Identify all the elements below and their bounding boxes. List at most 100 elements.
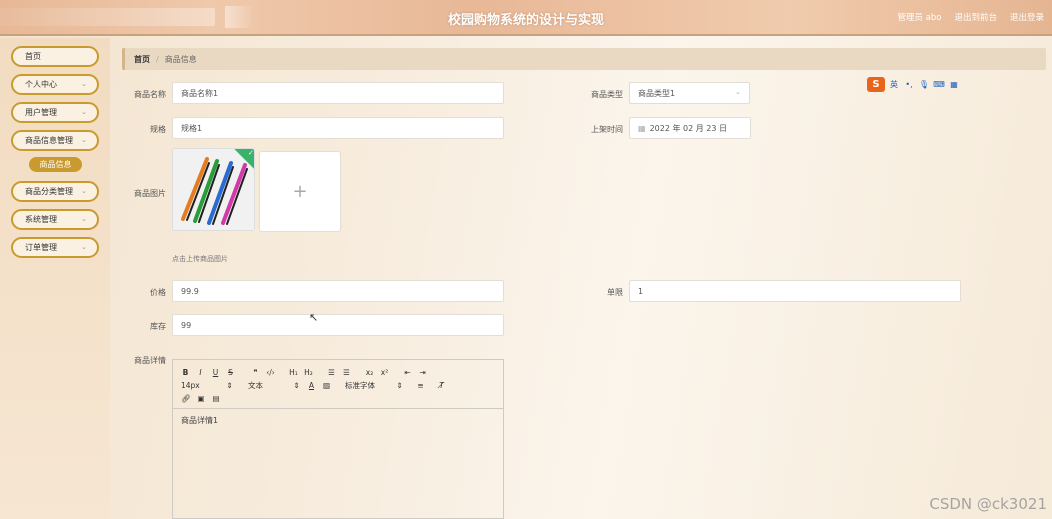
check-icon: ✓ (248, 148, 254, 157)
superscript-icon[interactable]: x² (380, 368, 389, 377)
microphone-icon[interactable]: 🎙︎ (918, 80, 930, 89)
video-icon[interactable]: ▤ (212, 394, 221, 403)
select-arrows-icon: ⇕ (293, 381, 300, 390)
sidebar-item-label: 用户管理 (25, 108, 57, 117)
breadcrumb-separator: / (156, 54, 159, 64)
sidebar-item-product-info-management[interactable]: 商品信息管理 ⌄ (11, 130, 99, 151)
type-label: 商品类型 (591, 90, 623, 99)
header-links: 管理员 abo 退出到前台 退出登录 (897, 11, 1044, 23)
rich-text-editor[interactable]: B I U S ❞ ‹/› H₁ H₂ ☰ ☰ x₂ x² ⇤ ⇥ 14px ⇕… (172, 359, 504, 519)
sidebar-item-home[interactable]: 首页 (11, 46, 99, 67)
product-image-thumbnail[interactable]: ✓ (172, 148, 255, 231)
chevron-down-icon: ⌄ (81, 108, 87, 116)
grid-menu-icon[interactable]: ▦ (948, 80, 960, 89)
spec-label: 规格 (150, 125, 166, 134)
heading2-icon[interactable]: H₂ (304, 368, 313, 377)
select-arrows-icon: ⇕ (396, 381, 403, 390)
sidebar-item-user-management[interactable]: 用户管理 ⌄ (11, 102, 99, 123)
chevron-down-icon: ⌄ (81, 243, 87, 251)
chevron-up-icon: ⌄ (81, 136, 87, 144)
font-family-select[interactable]: 标准字体 (345, 380, 389, 391)
breadcrumb-current: 商品信息 (164, 54, 197, 64)
text-type-select[interactable]: 文本 (248, 380, 286, 391)
admin-user-link[interactable]: 管理员 abo (897, 11, 941, 23)
link-icon[interactable]: 🔗︎ (181, 394, 191, 403)
background-color-icon[interactable]: ▨ (322, 381, 331, 390)
detail-label: 商品详情 (134, 356, 166, 365)
sidebar-item-label: 个人中心 (25, 80, 57, 89)
chevron-down-icon: ⌄ (81, 80, 87, 88)
italic-icon[interactable]: I (196, 368, 205, 377)
sidebar-item-label: 系统管理 (25, 215, 57, 224)
keyboard-icon[interactable]: ⌨︎ (933, 80, 945, 89)
strikethrough-icon[interactable]: S (226, 368, 235, 377)
listing-date-value: 2022 年 02 月 23 日 (649, 123, 727, 133)
editor-content[interactable]: 商品详情1 (173, 409, 503, 432)
sidebar-item-label: 商品分类管理 (25, 187, 73, 196)
align-icon[interactable]: ≡ (416, 381, 425, 390)
price-input[interactable]: 99.9 (172, 280, 504, 302)
breadcrumb-home[interactable]: 首页 (134, 54, 150, 65)
spec-value: 规格1 (181, 123, 203, 133)
ime-toolbar: S 英 •, 🎙︎ ⌨︎ ▦ (867, 77, 960, 92)
product-name-value: 商品名称1 (181, 88, 219, 98)
bullet-list-icon[interactable]: ☰ (342, 368, 351, 377)
underline-icon[interactable]: U (211, 368, 220, 377)
product-type-select[interactable]: 商品类型1 ⌄ (629, 82, 750, 104)
price-label: 价格 (150, 288, 166, 297)
name-label: 商品名称 (134, 90, 166, 99)
chevron-down-icon: ⌄ (81, 215, 87, 223)
spec-input[interactable]: 规格1 (172, 117, 504, 139)
app-title: 校园购物系统的设计与实现 (447, 13, 604, 28)
date-label: 上架时间 (591, 125, 623, 134)
indent-icon[interactable]: ⇥ (418, 368, 427, 377)
blockquote-icon[interactable]: ❞ (251, 368, 260, 377)
mouse-cursor-icon: ↖ (309, 311, 319, 324)
limit-value: 1 (638, 286, 644, 296)
subscript-icon[interactable]: x₂ (365, 368, 374, 377)
sidebar-item-label: 首页 (25, 52, 41, 61)
image-label: 商品图片 (134, 189, 166, 198)
sidebar-item-order-management[interactable]: 订单管理 ⌄ (11, 237, 99, 258)
sidebar-item-system-management[interactable]: 系统管理 ⌄ (11, 209, 99, 230)
toothbrush-image (173, 149, 254, 230)
product-name-input[interactable]: 商品名称1 (172, 82, 504, 104)
sidebar-item-personal-center[interactable]: 个人中心 ⌄ (11, 74, 99, 95)
limit-input[interactable]: 1 (629, 280, 961, 302)
chevron-down-icon: ⌄ (735, 88, 741, 96)
product-type-value: 商品类型1 (638, 88, 676, 98)
stock-input[interactable]: 99 (172, 314, 504, 336)
calendar-icon: ▦ (638, 123, 646, 133)
top-header: 校园购物系统的设计与实现 管理员 abo 退出到前台 退出登录 (0, 0, 1052, 36)
chevron-down-icon: ⌄ (81, 187, 87, 195)
editor-toolbar: B I U S ❞ ‹/› H₁ H₂ ☰ ☰ x₂ x² ⇤ ⇥ 14px ⇕… (173, 360, 503, 409)
stock-label: 库存 (150, 322, 166, 331)
punctuation-icon[interactable]: •, (903, 80, 915, 89)
clear-format-icon[interactable]: T̸ (437, 381, 446, 390)
upload-hint: 点击上传商品图片 (172, 255, 228, 263)
outdent-icon[interactable]: ⇤ (403, 368, 412, 377)
listing-date-picker[interactable]: ▦ 2022 年 02 月 23 日 (629, 117, 751, 139)
sogou-ime-icon[interactable]: S (867, 77, 885, 92)
bold-icon[interactable]: B (181, 368, 190, 377)
heading1-icon[interactable]: H₁ (289, 368, 298, 377)
sidebar-item-label: 订单管理 (25, 243, 57, 252)
watermark: CSDN @ck3021 (929, 495, 1047, 513)
select-arrows-icon: ⇕ (226, 381, 233, 390)
font-size-select[interactable]: 14px (181, 381, 219, 390)
submenu-item-product-info[interactable]: 商品信息 (29, 157, 82, 172)
sidebar-item-category-management[interactable]: 商品分类管理 ⌄ (11, 181, 99, 202)
breadcrumb: 首页 / 商品信息 (122, 48, 1046, 70)
font-color-icon[interactable]: A (307, 381, 316, 390)
limit-label: 单限 (607, 288, 623, 297)
image-icon[interactable]: ▣ (197, 394, 206, 403)
logout-link[interactable]: 退出登录 (1010, 11, 1044, 23)
image-upload-button[interactable]: + (259, 151, 341, 232)
stock-value: 99 (181, 320, 192, 330)
ime-lang-toggle[interactable]: 英 (888, 79, 900, 90)
code-icon[interactable]: ‹/› (266, 368, 275, 377)
sidebar-item-label: 商品信息管理 (25, 136, 73, 145)
ordered-list-icon[interactable]: ☰ (327, 368, 336, 377)
price-value: 99.9 (181, 286, 199, 296)
exit-to-frontend-link[interactable]: 退出到前台 (954, 11, 997, 23)
